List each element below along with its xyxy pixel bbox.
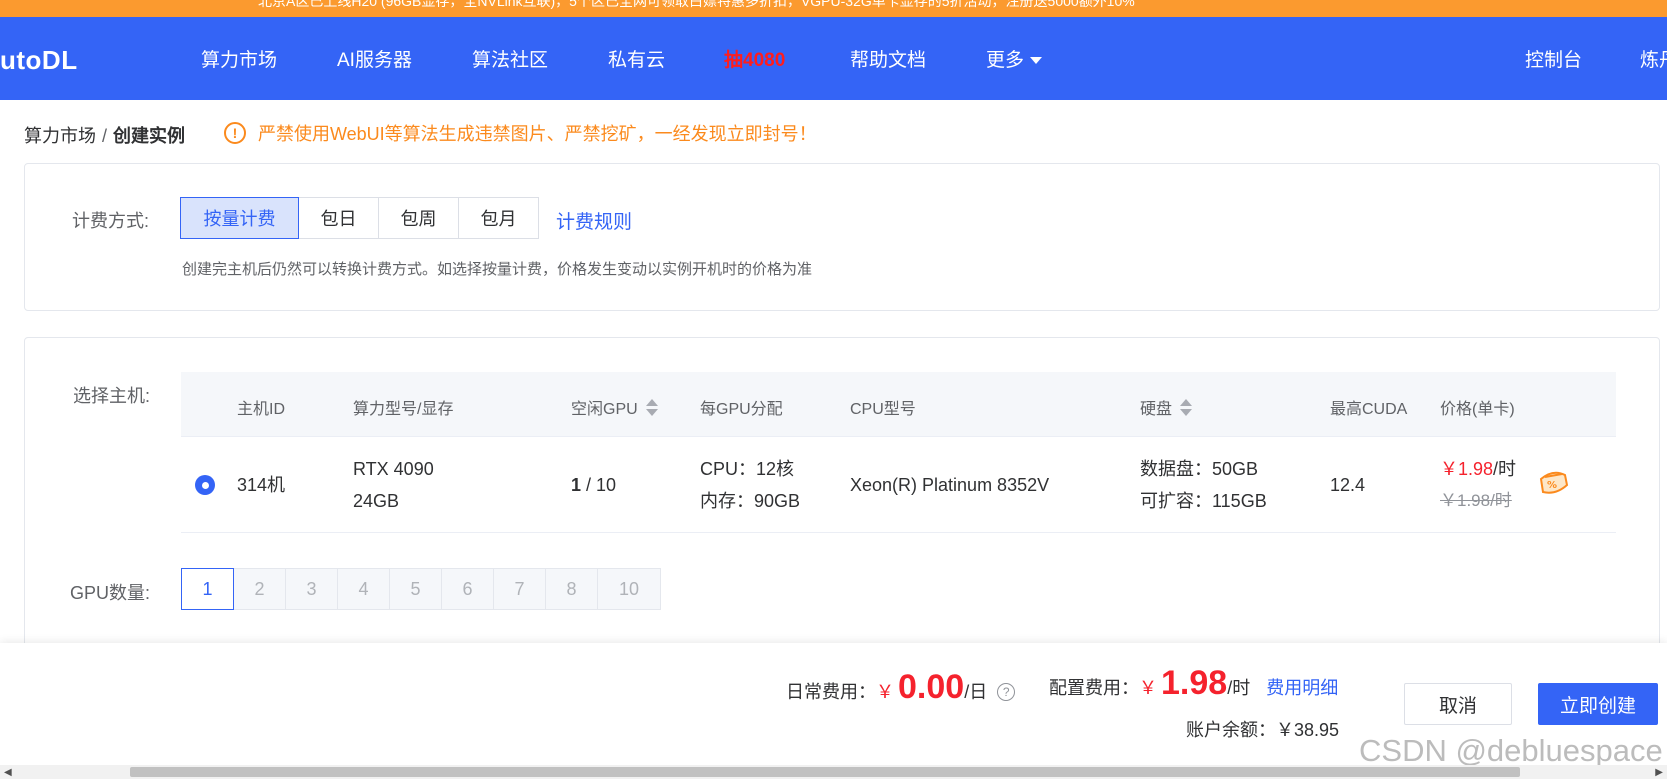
watermark: CSDN @debluespace bbox=[1359, 733, 1663, 768]
logo[interactable]: utoDL bbox=[0, 45, 78, 76]
nav-item-algo-community[interactable]: 算法社区 bbox=[472, 45, 548, 72]
config-fee: 配置费用： ￥ 1.98 /时 费用明细 bbox=[1049, 664, 1338, 703]
breadcrumb-parent[interactable]: 算力市场 bbox=[24, 126, 96, 146]
gpu-count-option-2[interactable]: 2 bbox=[233, 568, 286, 610]
warning-notice: ! 严禁使用WebUI等算法生成违禁图片、严禁挖矿，一经发现立即封号！ bbox=[224, 120, 817, 146]
nav-item-4080-lottery[interactable]: 抽4080 bbox=[724, 45, 785, 72]
daily-fee-value: 0.00 bbox=[898, 668, 965, 706]
nav-user[interactable]: 炼丹 bbox=[1640, 45, 1667, 72]
breadcrumb-separator: / bbox=[102, 126, 108, 146]
gpu-count-option-1[interactable]: 1 bbox=[181, 568, 234, 610]
config-fee-unit: /时 bbox=[1227, 678, 1251, 698]
nav-item-more[interactable]: 更多 bbox=[986, 45, 1043, 72]
gpu-count-option-8[interactable]: 8 bbox=[545, 568, 598, 610]
announcement-text: 北京A区已上线H20 (96GB显存，全NVLink互联)，5个区已全网可领取白… bbox=[258, 0, 1135, 9]
fee-detail-link[interactable]: 费用明细 bbox=[1266, 674, 1338, 700]
table-row[interactable]: 314机 RTX 4090 24GB 1 / 10 CPU：12核 内存：90G… bbox=[181, 437, 1616, 533]
config-fee-currency: ￥ bbox=[1139, 678, 1157, 698]
daily-fee: 日常费用： ￥ 0.00 /日 ? bbox=[786, 668, 1016, 707]
billing-rules-link[interactable]: 计费规则 bbox=[556, 207, 632, 234]
tab-weekly[interactable]: 包周 bbox=[378, 197, 459, 239]
tab-daily[interactable]: 包日 bbox=[298, 197, 379, 239]
col-gpu-model: 算力型号/显存 bbox=[353, 401, 454, 418]
scroll-right-icon[interactable]: ▶ bbox=[1655, 767, 1663, 778]
max-cuda: 12.4 bbox=[1330, 475, 1366, 495]
col-max-cuda: 最高CUDA bbox=[1330, 401, 1408, 418]
gpu-count-selector: 1 2 3 4 5 6 7 8 10 bbox=[181, 568, 661, 610]
host-label: 选择主机: bbox=[73, 386, 151, 406]
price-current: ￥1.98/时 bbox=[1440, 453, 1516, 485]
nav-more-label: 更多 bbox=[986, 50, 1025, 71]
gpu-count-option-10[interactable]: 10 bbox=[597, 568, 661, 610]
mem-alloc: 内存：90GB bbox=[700, 491, 801, 511]
total-gpu-count: / 10 bbox=[586, 475, 617, 495]
daily-fee-label: 日常费用： bbox=[786, 682, 876, 702]
nav-item-help-docs[interactable]: 帮助文档 bbox=[850, 45, 926, 72]
cpu-alloc: CPU：12核 bbox=[700, 459, 795, 479]
balance-label: 账户余额： bbox=[1186, 720, 1276, 740]
expandable-disk: 可扩容：115GB bbox=[1140, 491, 1267, 511]
nav-item-private-cloud[interactable]: 私有云 bbox=[608, 45, 665, 72]
free-gpu: 1 / 10 bbox=[571, 469, 616, 501]
gpu-count-option-3[interactable]: 3 bbox=[285, 568, 338, 610]
daily-fee-unit: /日 bbox=[964, 682, 988, 702]
col-price: 价格(单卡) bbox=[1440, 401, 1515, 418]
scroll-left-icon[interactable]: ◀ bbox=[4, 767, 12, 778]
col-cpu-model: CPU型号 bbox=[850, 401, 916, 418]
sort-icon[interactable] bbox=[645, 398, 658, 416]
billing-label: 计费方式: bbox=[72, 211, 150, 231]
billing-tabs: 按量计费 包日 包周 包月 bbox=[180, 197, 539, 239]
balance-value: ￥38.95 bbox=[1276, 720, 1340, 740]
col-disk[interactable]: 硬盘 bbox=[1140, 395, 1193, 419]
config-fee-label: 配置费用： bbox=[1049, 678, 1139, 698]
exclamation-circle-icon: ! bbox=[224, 122, 246, 144]
col-disk-label: 硬盘 bbox=[1140, 401, 1173, 418]
sort-icon[interactable] bbox=[1180, 398, 1193, 416]
col-per-gpu: 每GPU分配 bbox=[700, 401, 783, 418]
gpu-count-option-6[interactable]: 6 bbox=[441, 568, 494, 610]
nav-item-compute-market[interactable]: 算力市场 bbox=[201, 45, 277, 72]
tab-monthly[interactable]: 包月 bbox=[458, 197, 539, 239]
nav-console[interactable]: 控制台 bbox=[1525, 45, 1582, 72]
account-balance: 账户余额： ￥38.95 bbox=[1186, 716, 1339, 742]
col-free-gpu[interactable]: 空闲GPU bbox=[571, 395, 658, 419]
help-icon[interactable]: ? bbox=[997, 683, 1016, 701]
host-table-header: 主机ID 算力型号/显存 空闲GPU 每GPU分配 CPU型号 硬盘 最高CUD… bbox=[181, 372, 1616, 437]
scrollbar-thumb[interactable] bbox=[130, 767, 1520, 777]
gpu-count-option-7[interactable]: 7 bbox=[493, 568, 546, 610]
cpu-model: Xeon(R) Platinum 8352V bbox=[850, 475, 1050, 495]
col-host-id: 主机ID bbox=[237, 401, 286, 418]
svg-text:%: % bbox=[1547, 480, 1557, 491]
host-id-link[interactable]: 314机 bbox=[237, 469, 285, 501]
horizontal-scrollbar[interactable]: ◀ ▶ bbox=[0, 765, 1667, 779]
daily-fee-currency: ￥ bbox=[876, 682, 894, 702]
breadcrumb: 算力市场 / 创建实例 bbox=[24, 122, 185, 148]
gpu-count-option-5[interactable]: 5 bbox=[389, 568, 442, 610]
cancel-button[interactable]: 取消 bbox=[1404, 683, 1512, 725]
top-nav: utoDL 算力市场 AI服务器 算法社区 私有云 抽4080 帮助文档 更多 … bbox=[0, 17, 1667, 100]
data-disk: 数据盘：50GB bbox=[1140, 459, 1259, 479]
col-free-gpu-label: 空闲GPU bbox=[571, 401, 638, 418]
gpu-count-option-4[interactable]: 4 bbox=[337, 568, 390, 610]
create-instance-button[interactable]: 立即创建 bbox=[1538, 683, 1658, 725]
price-current-unit: /时 bbox=[1493, 459, 1517, 479]
tab-pay-as-you-go[interactable]: 按量计费 bbox=[180, 197, 299, 239]
nav-item-ai-server[interactable]: AI服务器 bbox=[337, 45, 412, 72]
config-fee-value: 1.98 bbox=[1161, 664, 1228, 702]
chevron-down-icon bbox=[1030, 57, 1043, 65]
billing-hint: 创建完主机后仍然可以转换计费方式。如选择按量计费，价格发生变动以实例开机时的价格… bbox=[182, 261, 813, 278]
discount-coupon-icon[interactable]: % bbox=[1536, 467, 1570, 499]
breadcrumb-current: 创建实例 bbox=[113, 126, 186, 146]
host-radio-selected[interactable] bbox=[195, 475, 215, 495]
free-gpu-count: 1 bbox=[571, 475, 582, 495]
gpu-count-label: GPU数量: bbox=[70, 583, 151, 603]
price-original: ￥1.98/时 bbox=[1440, 491, 1512, 510]
gpu-vram: 24GB bbox=[353, 491, 400, 511]
announcement-banner: 北京A区已上线H20 (96GB显存，全NVLink互联)，5个区已全网可领取白… bbox=[0, 0, 1667, 17]
price-current-value: ￥1.98 bbox=[1440, 459, 1494, 479]
warning-text: 严禁使用WebUI等算法生成违禁图片、严禁挖矿，一经发现立即封号！ bbox=[258, 124, 817, 144]
gpu-model: RTX 4090 bbox=[353, 459, 434, 479]
